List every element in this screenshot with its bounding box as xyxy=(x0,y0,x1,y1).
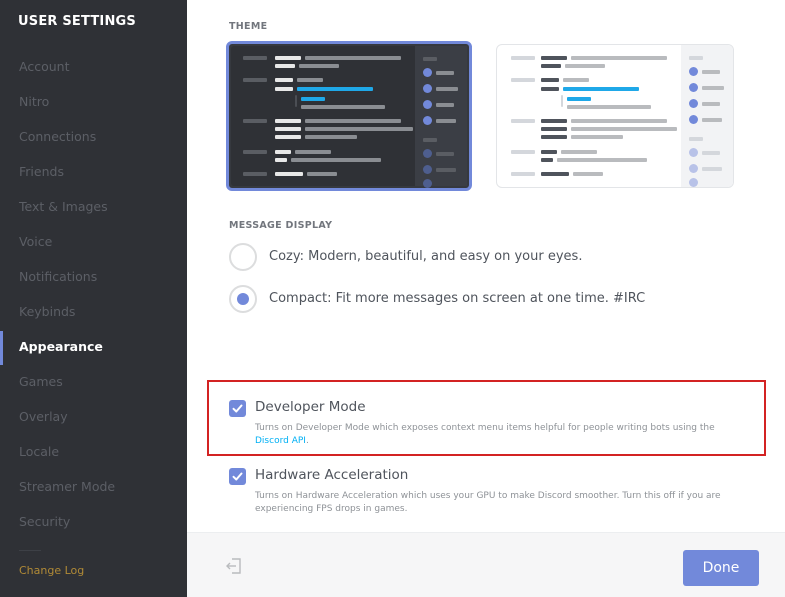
checkmark-icon xyxy=(232,472,243,481)
radio-selected-dot xyxy=(237,293,249,305)
sidebar-item-friends[interactable]: Friends xyxy=(19,162,64,182)
settings-window: USER SETTINGS Account Nitro Connections … xyxy=(0,0,785,597)
theme-section-label: THEME xyxy=(229,21,268,32)
developer-mode-desc-text: Turns on Developer Mode which exposes co… xyxy=(255,423,715,433)
compact-label: Compact: Fit more messages on screen at … xyxy=(269,291,646,306)
sidebar-item-overlay[interactable]: Overlay xyxy=(19,407,68,427)
hardware-acceleration-title: Hardware Acceleration xyxy=(255,467,409,483)
cozy-radio[interactable] xyxy=(229,243,257,271)
dark-member-rail xyxy=(415,46,467,188)
developer-mode-title: Developer Mode xyxy=(255,399,366,415)
sidebar-header: USER SETTINGS xyxy=(18,14,136,29)
settings-footer: Done xyxy=(187,533,785,597)
hardware-acceleration-checkbox[interactable] xyxy=(229,468,246,485)
cozy-label: Cozy: Modern, beautiful, and easy on you… xyxy=(269,249,583,264)
message-display-label: MESSAGE DISPLAY xyxy=(229,220,333,231)
light-member-rail xyxy=(681,45,733,187)
theme-option-dark[interactable] xyxy=(226,41,472,191)
logout-icon[interactable] xyxy=(225,557,243,575)
sidebar-item-account[interactable]: Account xyxy=(19,57,69,77)
done-button[interactable]: Done xyxy=(683,550,759,586)
sidebar-item-locale[interactable]: Locale xyxy=(19,442,59,462)
discord-api-link[interactable]: Discord API xyxy=(255,436,306,446)
sidebar-item-appearance[interactable]: Appearance xyxy=(19,337,103,357)
settings-sidebar: USER SETTINGS Account Nitro Connections … xyxy=(0,0,187,597)
developer-mode-description: Turns on Developer Mode which exposes co… xyxy=(255,422,745,447)
sidebar-item-security[interactable]: Security xyxy=(19,512,70,532)
dark-theme-preview xyxy=(231,46,467,188)
developer-mode-desc-suffix: . xyxy=(305,435,309,446)
sidebar-item-games[interactable]: Games xyxy=(19,372,63,392)
sidebar-item-notifications[interactable]: Notifications xyxy=(19,267,97,287)
sidebar-item-keybinds[interactable]: Keybinds xyxy=(19,302,75,322)
appearance-panel: THEME MESSAGE DISPLAY Cozy: Modern, beau… xyxy=(187,0,785,597)
compact-radio[interactable] xyxy=(229,285,257,313)
hardware-acceleration-description: Turns on Hardware Acceleration which use… xyxy=(255,491,721,514)
sidebar-item-change-log[interactable]: Change Log xyxy=(19,562,84,580)
sidebar-divider xyxy=(19,550,41,551)
sidebar-item-connections[interactable]: Connections xyxy=(19,127,96,147)
sidebar-item-voice[interactable]: Voice xyxy=(19,232,52,252)
developer-mode-checkbox[interactable] xyxy=(229,400,246,417)
sidebar-item-text-images[interactable]: Text & Images xyxy=(19,197,108,217)
sidebar-item-streamer-mode[interactable]: Streamer Mode xyxy=(19,477,115,497)
theme-option-light[interactable] xyxy=(496,44,734,188)
active-indicator xyxy=(0,331,3,365)
sidebar-item-nitro[interactable]: Nitro xyxy=(19,92,49,112)
checkmark-icon xyxy=(232,404,243,413)
